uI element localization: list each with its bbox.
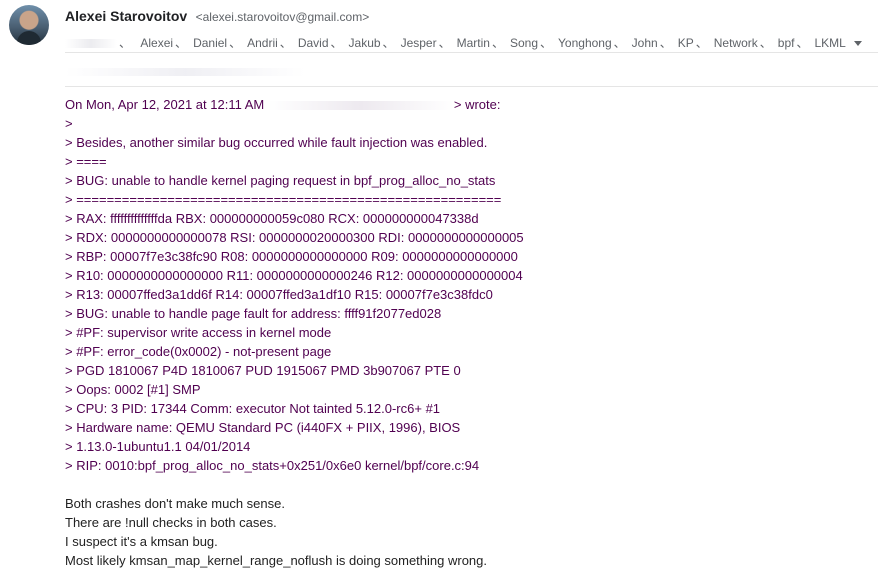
recipient-list[interactable]: 、 Alexei、 Daniel、 Andrii、 David、 Jakub、 Jespe… [65,34,878,50]
quote-line: > ==== [65,154,107,169]
recipient-name[interactable]: John [632,36,658,50]
recipient-separator: 、 [119,36,132,50]
avatar-silhouette [17,31,41,45]
attribution-suffix: > wrote: [453,97,501,112]
body-divider [65,86,878,87]
sender-email: <alexei.starovoitov@gmail.com> [195,10,370,24]
recipient-separator: 、 [491,36,504,50]
recipient-name[interactable]: Yonghong [558,36,612,50]
recipient-separator: 、 [175,36,188,50]
recipient-separator: 、 [438,36,451,50]
recipient-separator: 、 [695,36,708,50]
reply-line: Both crashes don't make much sense. [65,496,285,511]
reply-line: I suspect it's a kmsan bug. [65,534,218,549]
recipient-name[interactable]: LKML [814,36,845,50]
recipient-name[interactable]: Jesper [401,36,437,50]
reply-text: Both crashes don't make much sense. There… [65,494,868,570]
attribution-prefix: On Mon, Apr 12, 2021 at 12:11 AM [65,97,265,112]
quote-line: > Oops: 0002 [#1] SMP [65,382,201,397]
quote-line: > PGD 1810067 P4D 1810067 PUD 1915067 PM… [65,363,461,378]
recipient-name[interactable]: Andrii [247,36,278,50]
recipient-name[interactable]: Alexei [140,36,173,50]
recipient-separator: 、 [796,36,809,50]
quote-line: > Besides, another similar bug occurred … [65,135,488,150]
quote-line: > RBP: 00007f7e3c38fc90 R08: 00000000000… [65,249,518,264]
quote-line: > [65,116,73,131]
recipient-name[interactable]: David [298,36,329,50]
redacted-snippet [65,68,305,76]
reply-line: Most likely kmsan_map_kernel_range_noflu… [65,553,488,568]
quote-line: > R10: 0000000000000000 R11: 00000000000… [65,268,523,283]
quoted-text: On Mon, Apr 12, 2021 at 12:11 AM > wrote… [65,95,868,475]
recipient-separator: 、 [229,36,242,50]
quote-line: > RAX: ffffffffffffffda RBX: 00000000005… [65,211,479,226]
sender-avatar[interactable] [9,5,49,45]
header-divider [65,52,878,53]
recipient-separator: 、 [613,36,626,50]
quote-line: > RDX: 0000000000000078 RSI: 00000000200… [65,230,524,245]
message-body: On Mon, Apr 12, 2021 at 12:11 AM > wrote… [65,95,868,570]
quote-line: > CPU: 3 PID: 17344 Comm: executor Not t… [65,401,441,416]
recipient-separator: 、 [759,36,772,50]
redacted-recipient [65,39,117,49]
quote-line: > BUG: unable to handle page fault for a… [65,306,442,321]
sender-row: Alexei Starovoitov <alexei.starovoitov@g… [65,8,878,26]
quote-line: > #PF: error_code(0x0002) - not-present … [65,344,332,359]
recipient-name[interactable]: Daniel [193,36,227,50]
quote-line: > Hardware name: QEMU Standard PC (i440F… [65,420,461,435]
quote-line: > RIP: 0010:bpf_prog_alloc_no_stats+0x25… [65,458,480,473]
quote-line: > ======================================… [65,192,502,207]
recipient-separator: 、 [540,36,553,50]
chevron-down-icon[interactable] [853,41,862,47]
message-header: Alexei Starovoitov <alexei.starovoitov@g… [65,8,878,50]
recipient-name[interactable]: Network [714,36,758,50]
reply-line: There are !null checks in both cases. [65,515,277,530]
recipient-name[interactable]: Martin [457,36,490,50]
recipient-separator: 、 [659,36,672,50]
quote-line: > R13: 00007ffed3a1dd6f R14: 00007ffed3a… [65,287,493,302]
recipient-name[interactable]: bpf [778,36,795,50]
quote-line: > BUG: unable to handle kernel paging re… [65,173,496,188]
recipient-separator: 、 [382,36,395,50]
quote-line: > #PF: supervisor write access in kernel… [65,325,332,340]
redacted-address [267,101,454,111]
recipient-separator: 、 [330,36,343,50]
recipient-name[interactable]: Jakub [349,36,381,50]
sender-name[interactable]: Alexei Starovoitov [65,8,187,24]
recipient-name[interactable]: KP [678,36,694,50]
quote-attribution: On Mon, Apr 12, 2021 at 12:11 AM > wrote… [65,95,868,114]
recipient-separator: 、 [279,36,292,50]
quote-line: > 1.13.0-1ubuntu1.1 04/01/2014 [65,439,251,454]
recipient-name[interactable]: Song [510,36,538,50]
